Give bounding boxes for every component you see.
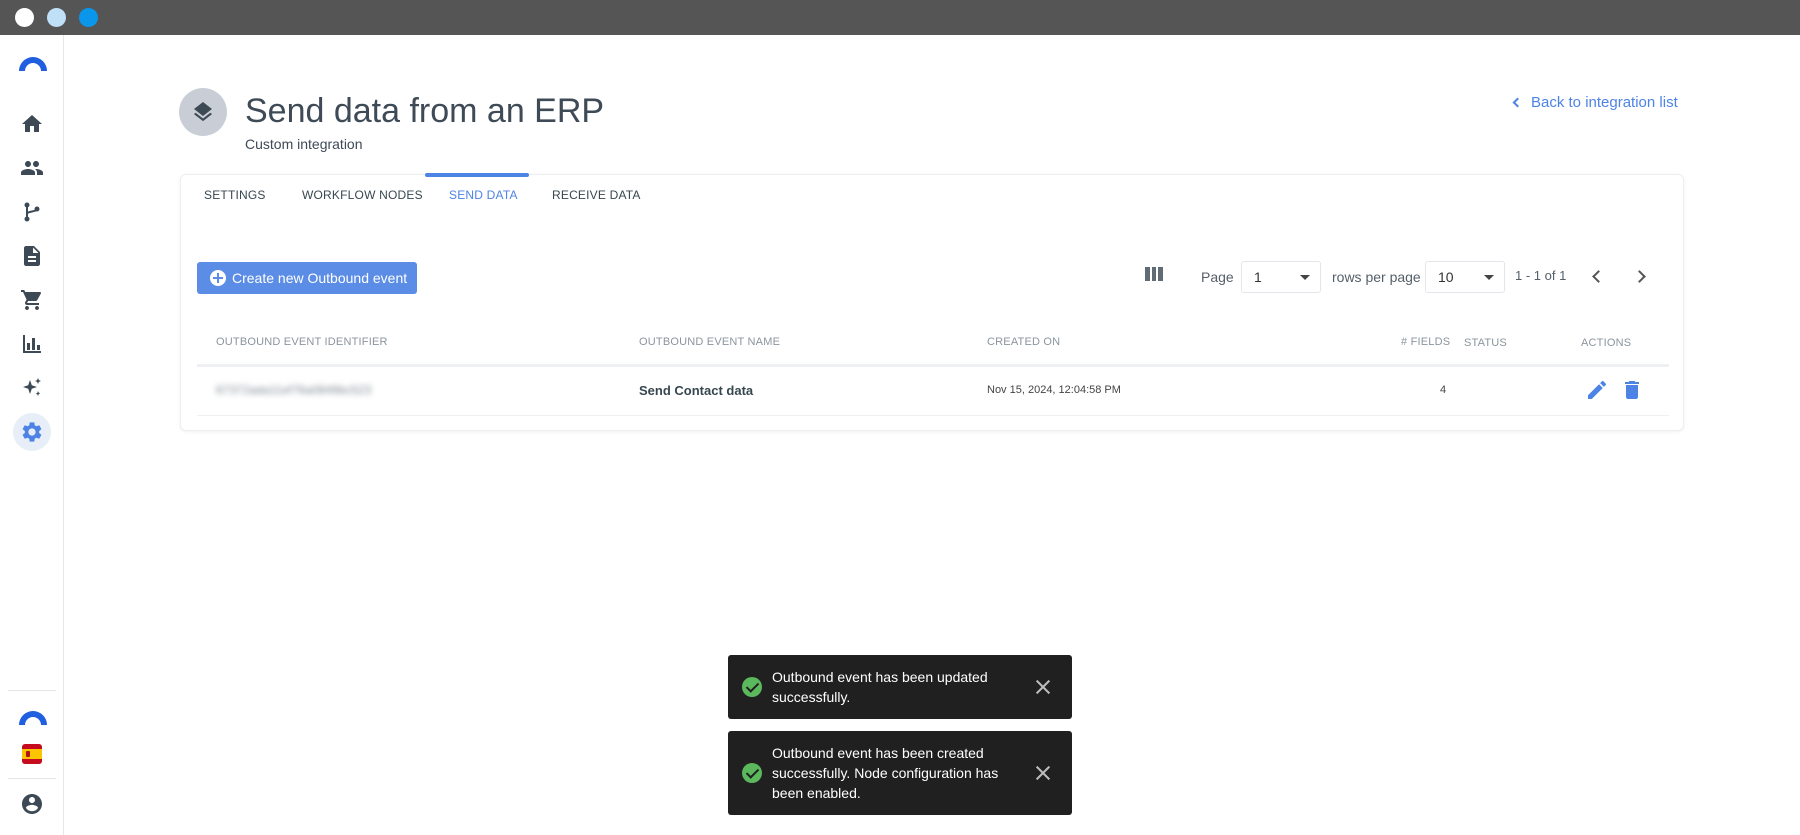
bar-chart-icon [23,335,41,353]
table-header-divider [197,364,1669,367]
active-tab-indicator [425,173,529,177]
toast-message: Outbound event has been created successf… [772,745,999,801]
back-link-label: Back to integration list [1531,94,1678,111]
edit-button[interactable] [1585,378,1609,402]
document-icon [24,246,40,266]
trash-icon [1625,381,1639,399]
spain-flag-icon[interactable] [22,744,42,764]
columns-icon[interactable] [1145,267,1164,281]
window-titlebar [0,0,1800,35]
cart-icon [21,290,42,310]
column-header-identifier[interactable]: OUTBOUND EVENT IDENTIFIER [216,336,388,348]
sidebar-item-home[interactable] [13,105,51,143]
integration-card: SETTINGS WORKFLOW NODES SEND DATA RECEIV… [180,173,1684,431]
sidebar-item-workflows[interactable] [13,193,51,231]
add-circle-icon [210,270,226,286]
workflow-icon [24,202,40,222]
sidebar-item-account[interactable] [13,785,51,823]
sidebar-item-documents[interactable] [13,237,51,275]
sidebar-item-ai[interactable] [13,369,51,407]
sparkles-icon [23,378,41,396]
page-label: Page [1201,269,1234,285]
account-circle-icon [22,794,42,814]
success-check-icon [742,677,762,697]
page-select-value: 1 [1254,269,1262,285]
chevron-left-icon [1512,97,1523,108]
fields-count-cell: 4 [1440,384,1447,396]
back-to-integration-list-link[interactable]: Back to integration list [1512,94,1678,111]
toast-notification: Outbound event has been updated successf… [728,655,1072,719]
rows-select-value: 10 [1438,269,1454,285]
brand-logo-icon[interactable] [17,707,49,725]
next-page-button[interactable] [1633,269,1647,283]
created-on-cell: Nov 15, 2024, 12:04:58 PM [987,384,1121,396]
pencil-icon [1588,380,1607,399]
sidebar-item-analytics[interactable] [13,325,51,363]
column-header-created-on[interactable]: CREATED ON [987,336,1060,348]
close-icon[interactable] [1035,765,1051,781]
people-icon [21,161,43,175]
toast-notification: Outbound event has been created successf… [728,731,1072,815]
delete-button[interactable] [1620,378,1644,402]
create-outbound-event-button[interactable]: Create new Outbound event [197,262,417,294]
sidebar [0,35,64,835]
pagination-range: 1 - 1 of 1 [1515,268,1567,283]
window-maximize-dot[interactable] [79,8,98,27]
sidebar-item-settings[interactable] [13,413,51,451]
rows-per-page-label: rows per page [1332,269,1421,285]
event-identifier-cell: 67372ada11ef76a0849bc523 [216,383,372,397]
sidebar-item-people[interactable] [13,149,51,187]
create-button-label: Create new Outbound event [232,270,408,286]
tab-receive-data[interactable]: RECEIVE DATA [552,188,641,202]
page-title: Send data from an ERP [245,92,605,130]
column-header-actions: ACTIONS [1581,337,1632,349]
column-header-fields[interactable]: # FIELDS [1401,336,1450,348]
previous-page-button[interactable] [1589,269,1603,283]
caret-down-icon [1484,275,1494,280]
sidebar-divider [8,778,56,779]
event-name-cell: Send Contact data [639,383,754,398]
rows-per-page-select[interactable]: 10 [1425,261,1505,293]
toast-message: Outbound event has been updated successf… [772,669,988,705]
table-row-divider [197,415,1669,416]
caret-down-icon [1300,275,1310,280]
sidebar-item-commerce[interactable] [13,281,51,319]
tab-workflow-nodes[interactable]: WORKFLOW NODES [302,188,423,202]
integration-layers-icon [179,88,227,136]
column-header-name[interactable]: OUTBOUND EVENT NAME [639,336,780,348]
gear-icon [22,422,42,442]
column-header-status[interactable]: STATUS [1464,337,1507,349]
page-select[interactable]: 1 [1241,261,1321,293]
close-icon[interactable] [1035,679,1051,695]
home-icon [22,115,42,132]
window-close-dot[interactable] [15,8,34,27]
window-minimize-dot[interactable] [47,8,66,27]
success-check-icon [742,763,762,783]
sidebar-divider [8,690,56,691]
brand-logo-icon[interactable] [17,53,49,71]
page-subtitle: Custom integration [245,136,363,152]
tab-send-data[interactable]: SEND DATA [449,188,518,202]
tab-settings[interactable]: SETTINGS [204,188,266,202]
